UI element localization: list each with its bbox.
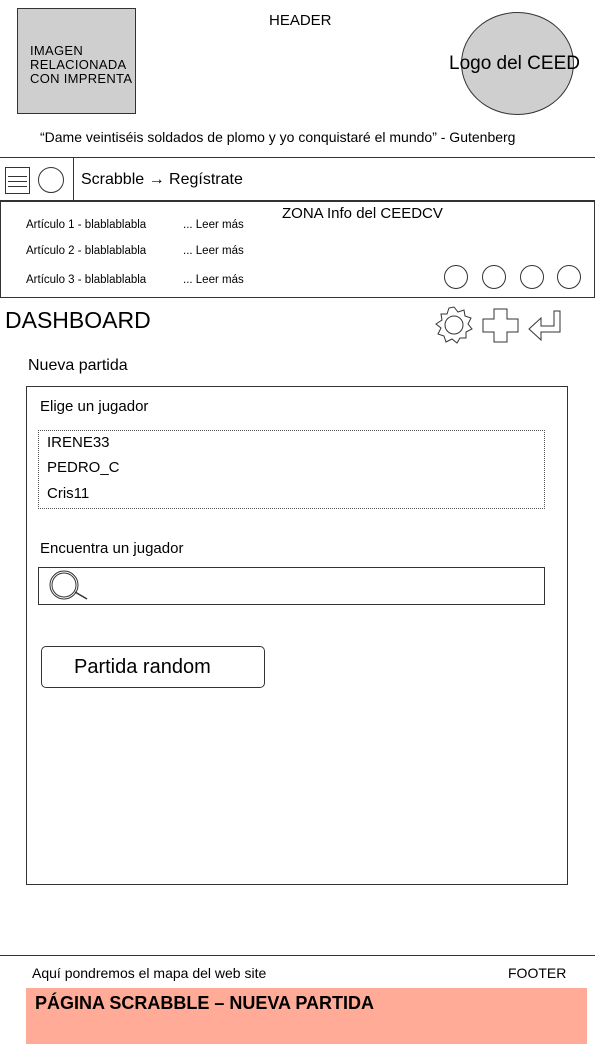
user-avatar-icon[interactable]: [38, 167, 64, 193]
footer-label: FOOTER: [508, 965, 567, 981]
player-list-item[interactable]: Cris11: [47, 485, 89, 502]
article-title[interactable]: Artículo 3 - blablablabla: [26, 274, 146, 286]
plus-icon[interactable]: [482, 308, 520, 344]
nav-divider: [73, 158, 74, 200]
return-icon[interactable]: [527, 309, 563, 343]
new-game-title: Nueva partida: [28, 357, 128, 374]
page-banner: PÁGINA SCRABBLE – NUEVA PARTIDA: [26, 988, 587, 1044]
image-placeholder-line: RELACIONADA: [30, 57, 127, 72]
social-icon-4[interactable]: [557, 265, 581, 289]
read-more-link[interactable]: ... Leer más: [183, 245, 244, 257]
header-image-placeholder: IMAGEN RELACIONADA CON IMPRENTA: [17, 8, 136, 114]
read-more-link[interactable]: ... Leer más: [183, 274, 244, 286]
random-game-button[interactable]: Partida random: [41, 646, 265, 688]
article-title[interactable]: Artículo 2 - blablablabla: [26, 245, 146, 257]
player-list-item[interactable]: IRENE33: [47, 434, 110, 451]
player-list-item[interactable]: PEDRO_C: [47, 459, 120, 476]
header-quote: “Dame veintiséis soldados de plomo y yo …: [40, 129, 516, 145]
read-more-link[interactable]: ... Leer más: [183, 219, 244, 231]
article-title[interactable]: Artículo 1 - blablablabla: [26, 219, 146, 231]
image-placeholder-line: CON IMPRENTA: [30, 71, 133, 86]
player-search-input[interactable]: [38, 567, 545, 605]
social-icon-3[interactable]: [520, 265, 544, 289]
info-zone-title: ZONA Info del CEEDCV: [282, 205, 443, 222]
sitemap-text: Aquí pondremos el mapa del web site: [32, 965, 267, 981]
gear-icon[interactable]: [433, 304, 475, 346]
image-placeholder-line: IMAGEN: [30, 43, 84, 58]
social-icon-2[interactable]: [482, 265, 506, 289]
search-icon: [49, 570, 88, 600]
footer-divider: [0, 955, 595, 956]
page-banner-text: PÁGINA SCRABBLE – NUEVA PARTIDA: [35, 993, 375, 1013]
hamburger-menu-icon[interactable]: [5, 167, 30, 194]
choose-player-label: Elige un jugador: [40, 398, 149, 415]
logo-text: Logo del CEED: [449, 53, 580, 74]
header-label: HEADER: [269, 12, 332, 29]
dashboard-title: DASHBOARD: [5, 307, 151, 333]
breadcrumb[interactable]: Scrabble → Regístrate: [81, 171, 243, 189]
find-player-label: Encuentra un jugador: [40, 540, 184, 557]
social-icon-1[interactable]: [444, 265, 468, 289]
